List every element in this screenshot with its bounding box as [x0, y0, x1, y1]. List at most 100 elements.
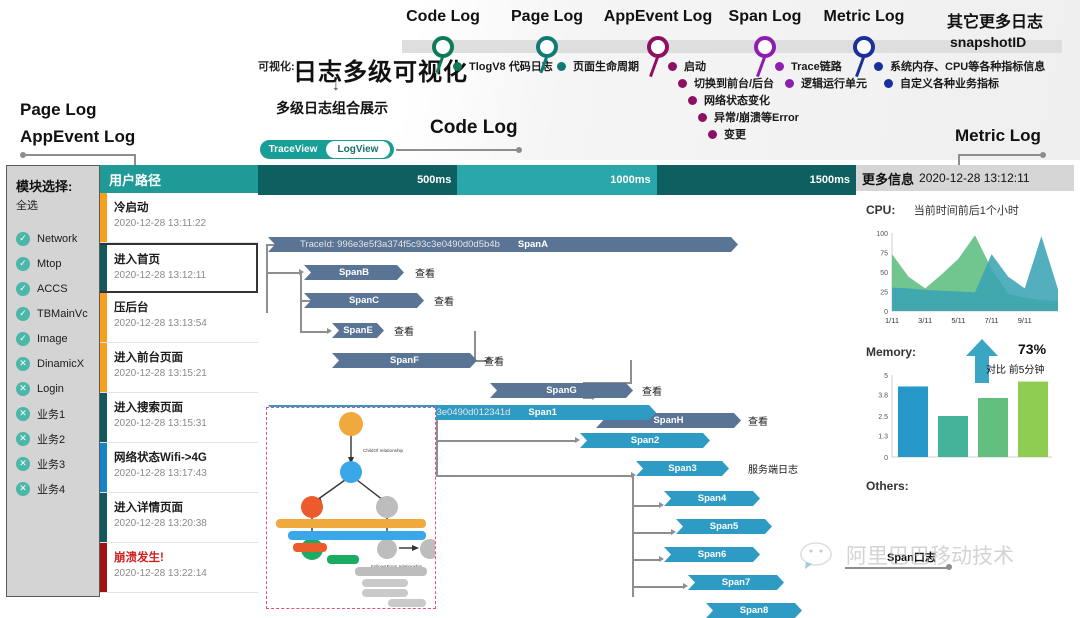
memory-y-tick: 2.5	[878, 414, 888, 421]
cross-icon[interactable]: ✕	[16, 356, 30, 371]
trace-a-spine	[266, 244, 268, 313]
others-section: Others:	[866, 477, 1064, 495]
view-link[interactable]: 查看	[394, 323, 414, 338]
view-link[interactable]: 查看	[484, 353, 504, 368]
cpu-x-tick: 3/11	[918, 316, 932, 325]
trace-b-arrow-5	[671, 529, 676, 535]
trace-a-link-fg	[474, 331, 476, 362]
cpu-y-tick: 50	[880, 270, 888, 277]
module-item-业务2[interactable]: ✕ 业务2	[16, 426, 99, 451]
bullet-dot-icon	[668, 62, 677, 71]
log-node-bullets: Trace链路 逻辑运行单元	[775, 58, 867, 92]
path-row-title: 进入搜索页面	[114, 402, 183, 414]
cross-icon[interactable]: ✕	[16, 481, 30, 496]
cross-icon[interactable]: ✕	[16, 381, 30, 396]
bullet-text: 自定义各种业务指标	[900, 78, 999, 90]
bullet-dot-icon	[453, 62, 462, 71]
view-toggle[interactable]: TraceView LogView	[260, 140, 394, 159]
log-node-label: Page Log	[510, 8, 584, 25]
view-link[interactable]: 查看	[642, 383, 662, 398]
cross-icon[interactable]: ✕	[16, 431, 30, 446]
memory-label: Memory:	[866, 345, 917, 359]
cpu-chart-svg: 0 25 50 75 100 1/11 3/11 5/11 7/11 9/11	[876, 231, 1058, 325]
user-path-row[interactable]: 进入前台页面 2020-12-28 13:15:21	[100, 343, 258, 393]
log-node-ring-icon	[647, 36, 669, 58]
path-row-title: 崩溃发生!	[114, 552, 164, 564]
cpu-x-tick: 5/11	[951, 316, 965, 325]
user-path-row[interactable]: 压后台 2020-12-28 13:13:54	[100, 293, 258, 343]
check-icon[interactable]: ✓	[16, 231, 30, 246]
toggle-traceview[interactable]: TraceView	[260, 144, 326, 155]
others-label: Others:	[866, 479, 909, 493]
span-bar[interactable]: Span6	[664, 547, 760, 562]
bullet-text: 逻辑运行单元	[801, 78, 867, 90]
user-path-row[interactable]: 崩溃发生! 2020-12-28 13:22:14	[100, 543, 258, 593]
trace-b-branch-3	[436, 475, 632, 477]
ruler-tick-500ms: 500ms	[258, 165, 458, 195]
module-item-DinamicX[interactable]: ✕ DinamicX	[16, 351, 99, 376]
cross-icon[interactable]: ✕	[16, 406, 30, 421]
user-path-row[interactable]: 进入详情页面 2020-12-28 13:20:38	[100, 493, 258, 543]
bullet-dot-icon	[785, 79, 794, 88]
log-node-ring-icon	[432, 36, 454, 58]
user-path-row[interactable]: 进入首页 2020-12-28 13:12:11	[100, 243, 258, 293]
module-item-label: 业务2	[37, 433, 66, 446]
cpu-note: 当前时间前后1个小时	[913, 205, 1019, 217]
span-bar[interactable]: SpanB	[304, 265, 404, 280]
span-bar[interactable]: Span4	[664, 491, 760, 506]
cross-icon[interactable]: ✕	[16, 456, 30, 471]
bullet-text: 网络状态变化	[704, 95, 770, 107]
view-link[interactable]: 服务端日志	[748, 461, 798, 476]
module-item-业务3[interactable]: ✕ 业务3	[16, 451, 99, 476]
trace-a-link-gh1	[630, 360, 632, 384]
module-item-业务4[interactable]: ✕ 业务4	[16, 476, 99, 501]
down-arrow-icon: ↓	[332, 77, 340, 94]
module-item-业务1[interactable]: ✕ 业务1	[16, 401, 99, 426]
module-item-ACCS[interactable]: ✓ ACCS	[16, 276, 99, 301]
metric-log-heading: Metric Log	[955, 126, 1041, 145]
check-icon[interactable]: ✓	[16, 256, 30, 271]
user-path-row[interactable]: 进入搜索页面 2020-12-28 13:15:31	[100, 393, 258, 443]
path-row-stripe	[100, 343, 107, 392]
check-icon[interactable]: ✓	[16, 306, 30, 321]
span-bar[interactable]: Span8	[706, 603, 802, 618]
module-select-all[interactable]: 全选	[16, 197, 99, 213]
span-bar[interactable]: Span3	[636, 461, 729, 476]
bullet-text: 切换到前台/后台	[694, 78, 775, 90]
view-link[interactable]: 查看	[415, 265, 435, 280]
span-bar[interactable]: Span7	[688, 575, 784, 590]
check-icon[interactable]: ✓	[16, 281, 30, 296]
user-path-row[interactable]: 网络状态Wifi->4G 2020-12-28 13:17:43	[100, 443, 258, 493]
trace-b-arrow-2	[575, 437, 580, 443]
bullet-dot-icon	[884, 79, 893, 88]
span-bar[interactable]: TraceId: 996e3e5f3a374f5c93c3e0490d0d5b4…	[268, 237, 738, 252]
span-bar[interactable]: SpanC	[304, 293, 424, 308]
memory-chart-svg: 0 1.3 2.5 3.8 5	[878, 373, 1052, 462]
memory-bar-chart: 0 1.3 2.5 3.8 5	[866, 369, 1064, 473]
view-link[interactable]: 查看	[748, 413, 768, 428]
span-bar[interactable]: SpanE	[332, 323, 384, 338]
trace-id-text: TraceId: 996e3e5f3a374f5c93c3e0490d0d5b4…	[300, 239, 500, 250]
span-bar[interactable]: Span5	[676, 519, 772, 534]
module-item-Login[interactable]: ✕ Login	[16, 376, 99, 401]
view-link[interactable]: 查看	[434, 293, 454, 308]
span-bar[interactable]: SpanF	[332, 353, 477, 368]
memory-y-tick: 3.8	[878, 393, 888, 400]
metric-panel-header: 更多信息 2020-12-28 13:12:11	[856, 165, 1074, 191]
bullet-dot-icon	[557, 62, 566, 71]
memory-section: Memory: 73% 对比 前5分钟 0 1.3 2.5 3.8 5	[866, 339, 1064, 473]
module-item-label: 业务4	[37, 483, 66, 496]
user-path-row[interactable]: 冷启动 2020-12-28 13:11:22	[100, 193, 258, 243]
module-item-TBMainVc[interactable]: ✓ TBMainVc	[16, 301, 99, 326]
metric-header-time: 2020-12-28 13:12:11	[919, 171, 1030, 185]
module-item-Image[interactable]: ✓ Image	[16, 326, 99, 351]
bullet-text: 启动	[684, 61, 706, 73]
module-item-Network[interactable]: ✓ Network	[16, 226, 99, 251]
module-item-Mtop[interactable]: ✓ Mtop	[16, 251, 99, 276]
toggle-logview[interactable]: LogView	[326, 141, 390, 158]
span-bar[interactable]: Span2	[580, 433, 710, 448]
trace-b-branch-4	[632, 505, 660, 507]
span-bar[interactable]: SpanG	[490, 383, 633, 398]
check-icon[interactable]: ✓	[16, 331, 30, 346]
span-bar-label: Span1	[528, 407, 557, 418]
